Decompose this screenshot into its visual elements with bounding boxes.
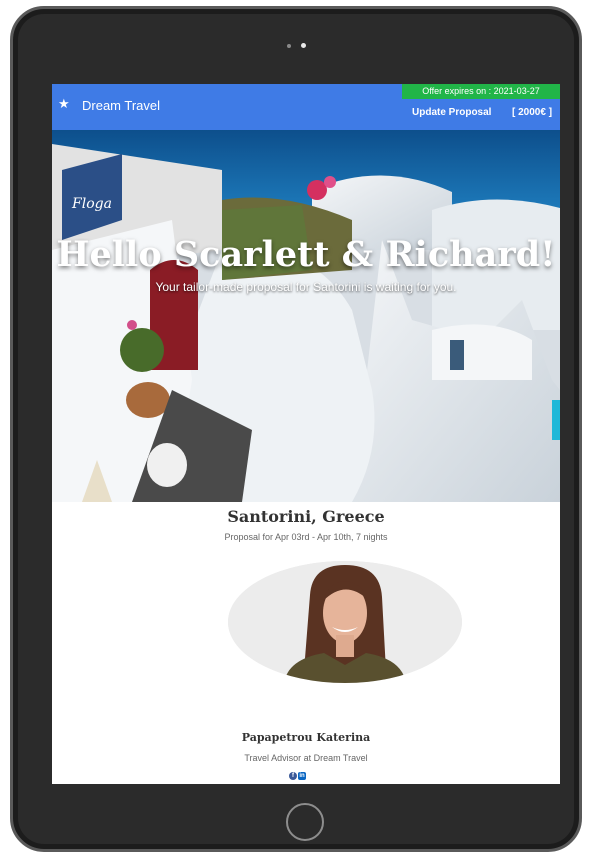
offer-expiry-badge: Offer expires on : 2021-03-27 <box>402 84 560 99</box>
hero-title: Hello Scarlett & Richard! <box>56 234 556 275</box>
brand-name[interactable]: Dream Travel <box>82 98 160 114</box>
linkedin-icon[interactable]: in <box>298 772 306 780</box>
agent-role: Travel Advisor at Dream Travel <box>244 753 368 763</box>
agent-photo <box>228 561 462 683</box>
price-label: [ 2000€ ] <box>512 107 553 118</box>
hero-subtitle: Your tailor-made proposal for Santorini … <box>155 280 457 294</box>
agent-name: Papapetrou Katerina <box>241 731 371 744</box>
camera-dot <box>287 44 291 48</box>
agent-avatar <box>228 561 462 683</box>
destination-title: Santorini, Greece <box>227 507 385 526</box>
update-proposal-button[interactable]: Update Proposal <box>412 106 491 120</box>
shop-sign-text: Floga <box>71 196 112 212</box>
hero-banner: Floga Hello Scarlett & Richard! Your tai… <box>52 130 560 502</box>
star-icon: ★ <box>58 96 70 111</box>
camera-lens <box>301 43 306 48</box>
proposal-dates: Proposal for Apr 03rd - Apr 10th, 7 nigh… <box>224 532 388 542</box>
top-bar: ★ Dream Travel Offer expires on : 2021-0… <box>52 84 560 130</box>
facebook-icon[interactable]: f <box>289 772 297 780</box>
home-button[interactable] <box>286 803 324 841</box>
screen: ★ Dream Travel Offer expires on : 2021-0… <box>52 84 560 784</box>
santorini-photo: Floga <box>52 130 560 502</box>
